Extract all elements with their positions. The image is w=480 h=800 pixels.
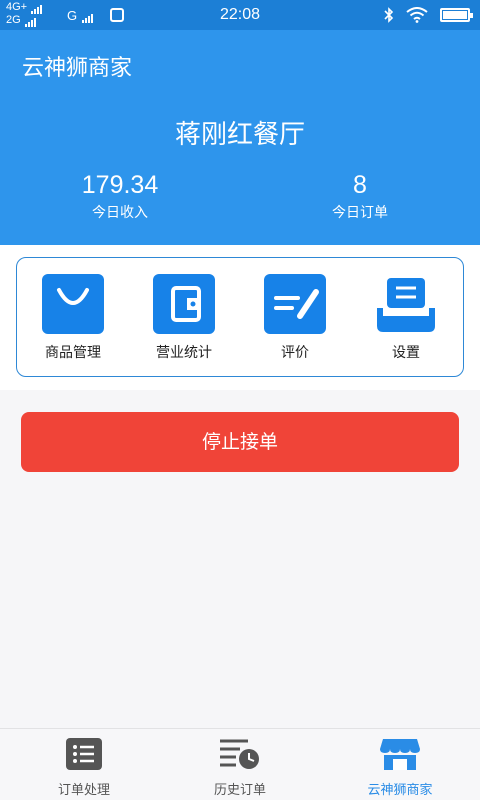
today-income-label: 今日收入 [92,205,148,221]
history-clock-icon [220,739,259,769]
stop-accepting-orders-button[interactable]: 停止接单 [21,412,459,472]
tab-order-processing[interactable]: 订单处理 [24,737,144,798]
status-icons [384,7,473,23]
today-orders[interactable]: 8 今日订单 [260,170,460,222]
status-bar: 4G+ 2G G 22:08 [0,0,480,30]
settings-label: 设置 [392,345,420,361]
business-stats-button[interactable]: 营业统计 [134,274,234,362]
bottom-nav: 订单处理 历史订单 云神狮商家 [0,728,480,800]
business-stats-label: 营业统计 [156,345,212,361]
shopping-bag-icon [42,274,104,334]
reviews-button[interactable]: 评价 [245,274,345,362]
wifi-icon [406,7,428,23]
shop-name: 蒋刚红餐厅 [174,120,305,150]
header: 云神狮商家 蒋刚红餐厅 179.34 今日收入 8 今日订单 [0,30,480,245]
tab-history-orders-label: 历史订单 [213,783,266,798]
today-orders-value: 8 [353,171,367,199]
tab-order-processing-label: 订单处理 [57,783,110,798]
settings-button[interactable]: 设置 [356,274,456,362]
list-icon [66,738,102,770]
today-orders-label: 今日订单 [332,205,388,221]
today-income-value: 179.34 [81,171,159,199]
function-card: 商品管理 营业统计 评价 设置 [16,257,464,377]
app-title: 云神狮商家 [22,56,133,81]
bluetooth-icon [384,7,394,23]
product-management-label: 商品管理 [45,345,101,361]
store-icon [380,739,420,770]
pen-note-icon [264,274,326,334]
tab-history-orders[interactable]: 历史订单 [180,737,300,798]
reviews-label: 评价 [281,345,309,361]
today-income[interactable]: 179.34 今日收入 [20,170,220,222]
battery-icon [440,8,473,22]
tab-merchant-home[interactable]: 云神狮商家 [340,737,460,798]
wallet-icon [153,274,215,334]
settings-tray-icon [375,274,437,334]
tab-merchant-home-label: 云神狮商家 [367,783,433,798]
product-management-button[interactable]: 商品管理 [23,274,123,362]
